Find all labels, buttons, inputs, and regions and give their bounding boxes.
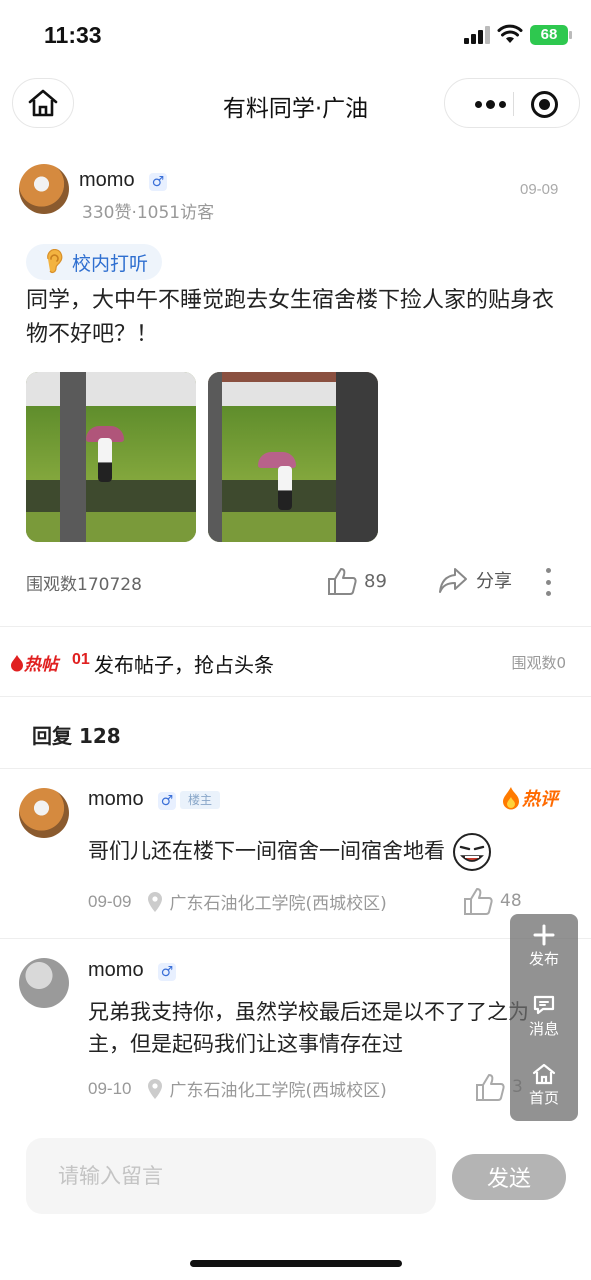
thumbs-up-icon xyxy=(328,568,357,595)
post-image-2[interactable] xyxy=(208,372,378,542)
avatar[interactable] xyxy=(19,958,69,1008)
divider xyxy=(0,696,591,697)
post-tag-label: 校内打听 xyxy=(72,252,149,275)
messages-button[interactable]: 消息 xyxy=(510,984,578,1050)
capsule-menu xyxy=(444,78,580,128)
hot-post-text: 发布帖子，抢占头条 xyxy=(94,653,274,677)
male-icon: ♂ xyxy=(149,173,167,191)
share-label: 分享 xyxy=(476,571,512,592)
view-count: 围观数170728 xyxy=(26,575,142,595)
home-label: 首页 xyxy=(528,1089,559,1107)
avatar[interactable] xyxy=(19,164,69,214)
message-icon xyxy=(533,995,555,1015)
male-icon: ♂ xyxy=(158,963,176,981)
cellular-signal-icon xyxy=(464,26,490,44)
post-like-count: 89 xyxy=(364,570,387,592)
divider xyxy=(0,938,591,939)
capsule-divider xyxy=(513,92,514,116)
close-miniprogram-button[interactable] xyxy=(531,91,558,118)
sly-face-emoji-icon xyxy=(452,833,491,871)
comment-text: 兄弟我支持你，虽然学校最后还是以不了了之为主，但是起码我们让这事情存在过 xyxy=(88,1000,529,1056)
ear-icon xyxy=(47,249,63,274)
battery-indicator: 68 xyxy=(530,25,572,45)
plus-icon xyxy=(533,924,555,946)
home-nav-button[interactable]: 首页 xyxy=(510,1053,578,1119)
fire-icon xyxy=(503,787,519,810)
wifi-icon xyxy=(497,24,523,43)
avatar[interactable] xyxy=(19,788,69,838)
thumbs-up-icon xyxy=(464,888,493,915)
comment-date: 09-09 xyxy=(88,891,132,911)
comment-date: 09-10 xyxy=(88,1078,132,1098)
reply-count-header: 回复 128 xyxy=(32,724,121,748)
comment-input-bar: 发送 xyxy=(0,1126,591,1280)
owner-badge: 楼主 xyxy=(180,791,220,809)
comment-location: 广东石油化工学院(西城校区) xyxy=(169,1081,387,1101)
send-button[interactable]: 发送 xyxy=(452,1154,566,1200)
comment-meta: 09-10 广东石油化工学院(西城校区) xyxy=(88,1076,387,1101)
comment-author-name[interactable]: momo xyxy=(88,788,144,811)
hot-post-badge-label: 热帖 xyxy=(24,655,58,675)
post-content: 同学，大中午不睡觉跑去女生宿舍楼下捡人家的贴身衣物不好吧？！ xyxy=(26,288,555,347)
share-button[interactable]: 分享 xyxy=(438,566,512,594)
publish-button[interactable]: 发布 xyxy=(510,914,578,980)
home-icon xyxy=(532,1063,556,1085)
author-stats: 330赞·1051访客 xyxy=(82,203,215,223)
thumbs-up-icon xyxy=(476,1074,505,1101)
comment-input[interactable] xyxy=(26,1138,436,1214)
share-icon xyxy=(439,568,467,593)
comment-like-count: 48 xyxy=(500,891,522,911)
comment-meta: 09-09 广东石油化工学院(西城校区) xyxy=(88,889,387,914)
divider xyxy=(0,626,591,627)
male-icon: ♂ xyxy=(158,792,176,810)
home-indicator xyxy=(190,1260,402,1267)
post-like-button[interactable]: 89 xyxy=(326,566,387,596)
hot-post-badge: 热帖 xyxy=(10,650,58,675)
status-time: 11:33 xyxy=(44,22,102,48)
post-tag[interactable]: 校内打听 xyxy=(26,244,163,280)
post-author-name[interactable]: momo xyxy=(79,169,135,192)
status-bar: 11:33 68 xyxy=(0,0,591,70)
divider xyxy=(0,768,591,769)
floating-action-menu: 发布 消息 首页 xyxy=(510,914,578,1121)
hot-comment-badge: 热评 xyxy=(502,785,558,811)
location-pin-icon xyxy=(148,1078,163,1099)
comment-like-button[interactable]: 48 xyxy=(462,886,522,916)
location-pin-icon xyxy=(148,891,163,912)
post-more-button[interactable] xyxy=(546,568,554,596)
hot-comment-badge-label: 热评 xyxy=(522,789,558,810)
hot-post-banner[interactable]: 热帖 01 发布帖子，抢占头条 围观数0 xyxy=(10,646,580,678)
hot-post-rank: 01 xyxy=(72,651,90,668)
flame-icon xyxy=(11,654,23,671)
comment-location: 广东石油化工学院(西城校区) xyxy=(169,894,387,914)
hot-post-views: 围观数0 xyxy=(511,654,566,672)
messages-label: 消息 xyxy=(528,1020,559,1038)
comment-author-name[interactable]: momo xyxy=(88,959,144,982)
nav-bar: 有料同学·广油 xyxy=(0,76,591,132)
post-image-1[interactable] xyxy=(26,372,196,542)
more-options-button[interactable] xyxy=(465,89,515,119)
comment-text: 哥们儿还在楼下一间宿舍一间宿舍地看 xyxy=(88,832,548,872)
comment-text-content: 哥们儿还在楼下一间宿舍一间宿舍地看 xyxy=(88,839,445,863)
publish-label: 发布 xyxy=(528,950,559,968)
post-date: 09-09 xyxy=(520,181,559,198)
